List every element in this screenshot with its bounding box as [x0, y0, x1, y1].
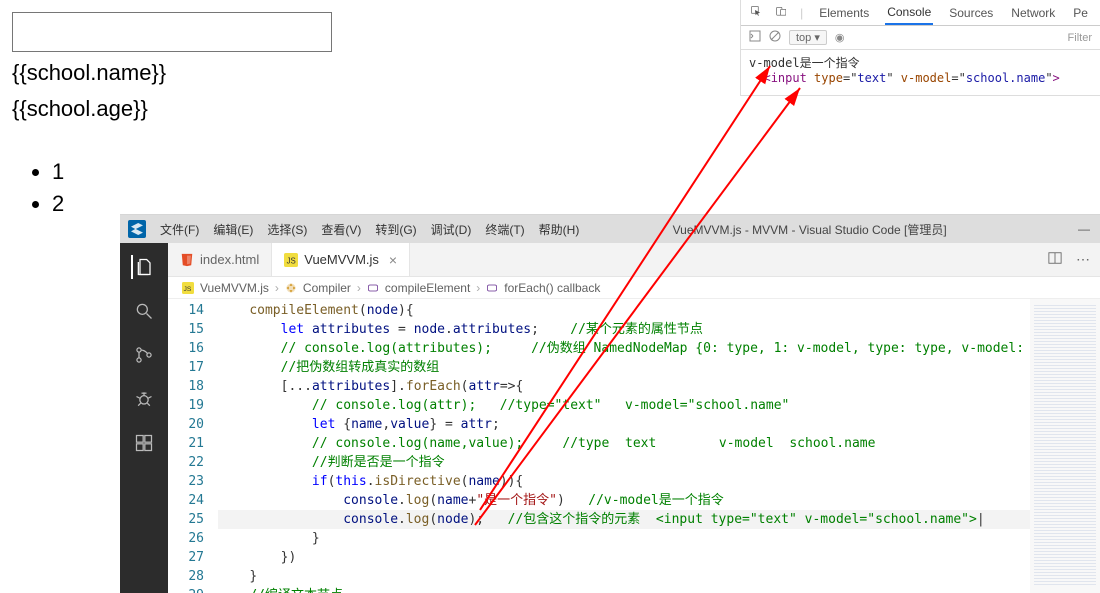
close-tab-icon[interactable]: × [389, 252, 397, 268]
menu-edit[interactable]: 编辑(E) [213, 221, 253, 238]
svg-text:JS: JS [287, 256, 296, 265]
console-filter[interactable]: Filter [1068, 32, 1092, 44]
tab-sources[interactable]: Sources [947, 2, 995, 24]
menu-go[interactable]: 转到(G) [375, 221, 416, 238]
device-toggle-icon[interactable] [776, 6, 787, 20]
more-actions-icon[interactable]: ⋯ [1076, 251, 1090, 268]
debug-icon[interactable] [132, 387, 156, 411]
tab-label: index.html [200, 252, 259, 267]
clear-console-icon[interactable] [769, 30, 781, 45]
activity-bar [120, 243, 168, 593]
school-name-input[interactable] [12, 12, 332, 52]
template-text-2: {{school.age}} [12, 94, 352, 124]
window-title: VueMVVM.js - MVVM - Visual Studio Code [… [579, 221, 1040, 238]
tab-console[interactable]: Console [885, 1, 933, 25]
editor-tabs: index.html JS VueMVVM.js × ⋯ [168, 243, 1100, 277]
menu-file[interactable]: 文件(F) [160, 221, 199, 238]
rendered-page: {{school.name}} {{school.age}} 1 2 [12, 12, 352, 220]
template-list: 1 2 [52, 156, 352, 220]
tab-vuemvvm-js[interactable]: JS VueMVVM.js × [272, 243, 410, 276]
code-editor[interactable]: 14151617181920212223242526272829 compile… [168, 299, 1100, 593]
svg-text:JS: JS [184, 286, 192, 293]
vscode-menubar: 文件(F) 编辑(E) 选择(S) 查看(V) 转到(G) 调试(D) 终端(T… [160, 221, 579, 238]
tab-label: VueMVVM.js [304, 252, 379, 267]
tab-elements[interactable]: Elements [817, 2, 871, 24]
source-control-icon[interactable] [132, 343, 156, 367]
search-icon[interactable] [132, 299, 156, 323]
split-editor-icon[interactable] [1048, 251, 1062, 268]
menu-help[interactable]: 帮助(H) [539, 221, 580, 238]
list-item: 1 [52, 156, 352, 188]
console-subbar: top ▾ ◉ Filter [741, 26, 1100, 50]
menu-view[interactable]: 查看(V) [321, 221, 361, 238]
context-selector[interactable]: top ▾ [789, 30, 827, 45]
menu-select[interactable]: 选择(S) [267, 221, 307, 238]
breadcrumb[interactable]: JS VueMVVM.js › Compiler › compileElemen… [168, 277, 1100, 299]
breadcrumb-item[interactable]: VueMVVM.js [200, 281, 269, 295]
console-sidebar-toggle-icon[interactable] [749, 30, 761, 45]
devtools-toolbar: | Elements Console Sources Network Pe [741, 0, 1100, 26]
devtools-panel: | Elements Console Sources Network Pe to… [740, 0, 1100, 96]
minimize-icon[interactable]: — [1078, 222, 1090, 236]
line-gutter: 14151617181920212223242526272829 [168, 299, 218, 593]
console-log-line: <input type="text" v-model="school.name"… [749, 71, 1092, 85]
code-content[interactable]: compileElement(node){ let attributes = n… [218, 299, 1030, 593]
menu-debug[interactable]: 调试(D) [431, 221, 472, 238]
breadcrumb-item[interactable]: Compiler [303, 281, 351, 295]
console-log-line: v-model是一个指令 [749, 54, 1092, 71]
inspect-icon[interactable] [751, 6, 762, 20]
vscode-window: 文件(F) 编辑(E) 选择(S) 查看(V) 转到(G) 调试(D) 终端(T… [120, 214, 1100, 593]
vscode-logo-icon [128, 220, 146, 238]
breadcrumb-item[interactable]: forEach() callback [504, 281, 600, 295]
live-expression-icon[interactable]: ◉ [835, 31, 845, 44]
tab-network[interactable]: Network [1009, 2, 1057, 24]
tab-more[interactable]: Pe [1071, 2, 1090, 24]
template-text-1: {{school.name}} [12, 58, 352, 88]
tab-index-html[interactable]: index.html [168, 243, 272, 276]
vscode-titlebar: 文件(F) 编辑(E) 选择(S) 查看(V) 转到(G) 调试(D) 终端(T… [120, 215, 1100, 243]
breadcrumb-item[interactable]: compileElement [385, 281, 470, 295]
menu-terminal[interactable]: 终端(T) [485, 221, 524, 238]
editor-area: index.html JS VueMVVM.js × ⋯ JS VueMVVM.… [168, 243, 1100, 593]
extensions-icon[interactable] [132, 431, 156, 455]
explorer-icon[interactable] [131, 255, 155, 279]
console-output: v-model是一个指令 <input type="text" v-model=… [741, 50, 1100, 95]
minimap[interactable] [1030, 299, 1100, 593]
